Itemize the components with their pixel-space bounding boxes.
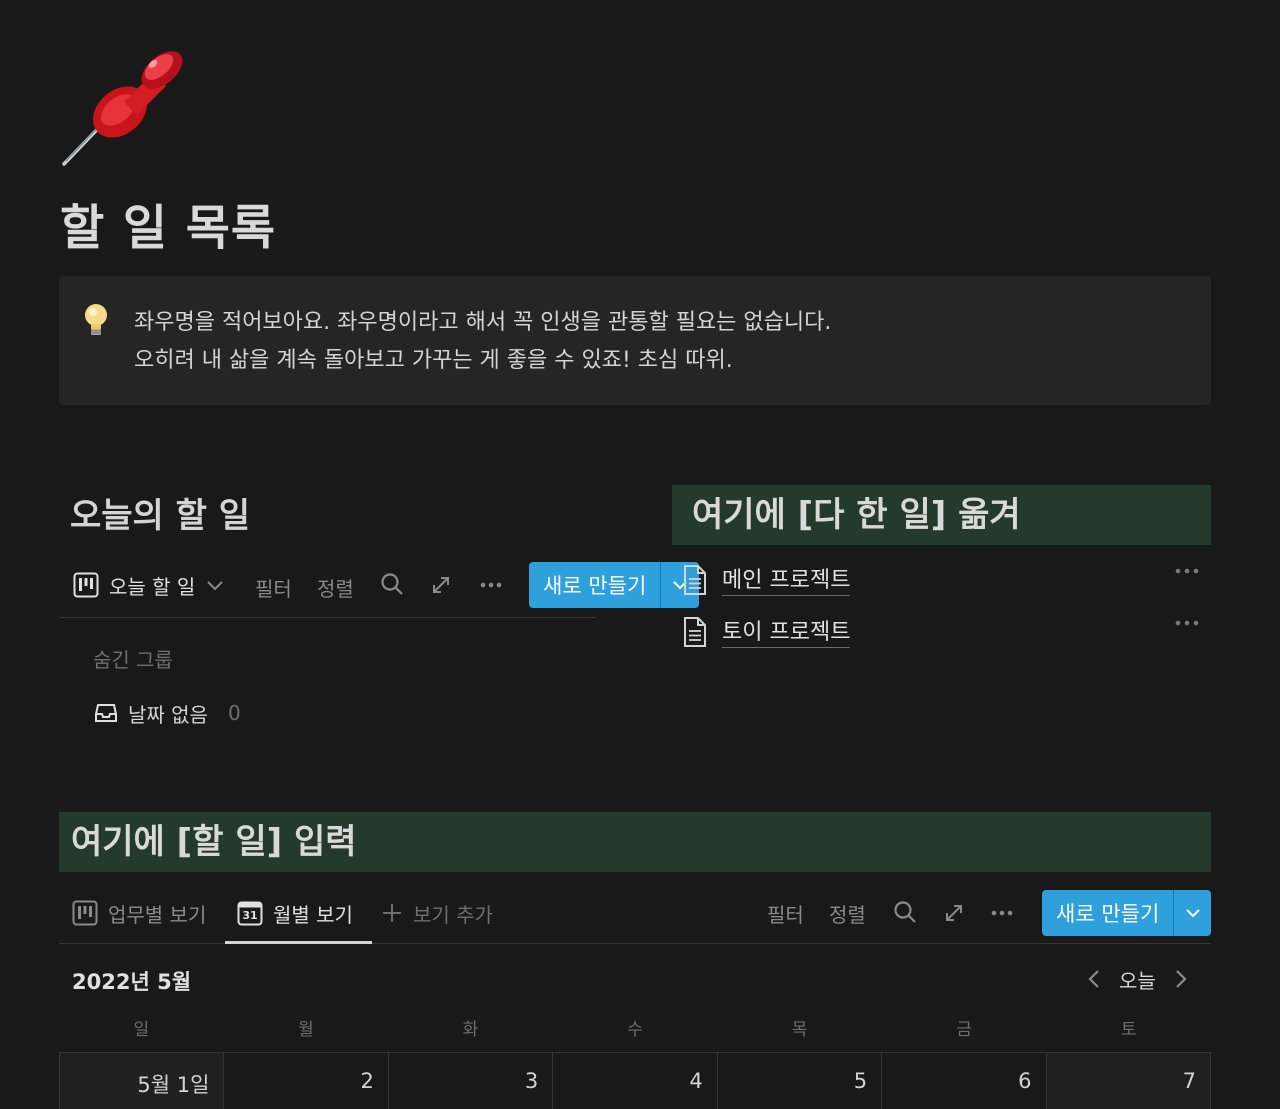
chevron-right-icon[interactable] [1170,968,1190,990]
chevron-left-icon[interactable] [1085,968,1105,990]
search-icon[interactable] [893,900,917,924]
page-title[interactable]: 할 일 목록 [60,188,276,258]
calendar-day-number: 2 [360,1069,374,1093]
calendar-day-number: 3 [524,1069,539,1093]
calendar-day-number: 5월 1일 [137,1073,210,1097]
today-heading[interactable]: 오늘의 할 일 [70,488,250,537]
calendar-day-cell[interactable]: 7 [1046,1053,1211,1109]
weekday-label: 수 [627,1020,643,1040]
done-heading[interactable]: 여기에 [다 한 일] 옮겨 [672,485,1211,545]
view-label: 오늘 할 일 [109,574,196,599]
tab-by-work[interactable]: 업무별 보기 [72,898,206,928]
calendar-day-number: 7 [1182,1069,1196,1093]
callout-block[interactable]: 좌우명을 적어보아요. 좌우명이라고 해서 꼭 인생을 관통할 필요는 없습니다… [59,276,1211,405]
project-title[interactable]: 토이 프로젝트 [722,614,851,648]
calendar-day-cell[interactable]: 6 [882,1053,1047,1109]
filter-button[interactable]: 필터 [767,899,804,928]
active-tab-indicator [225,941,372,944]
chevron-down-icon[interactable] [1174,904,1211,922]
weekday-label: 토 [1120,1020,1137,1040]
weekday-label: 월 [298,1020,314,1040]
document-icon [682,564,708,596]
inbox-icon [94,701,118,725]
add-view-button[interactable]: 보기 추가 [381,898,493,928]
more-options-icon[interactable] [479,575,503,595]
tab-label: 월별 보기 [273,902,353,927]
callout-text[interactable]: 좌우명을 적어보아요. 좌우명이라고 해서 꼭 인생을 관통할 필요는 없습니다… [134,304,1184,380]
hidden-groups-label[interactable]: 숨긴 그룹 [93,644,173,673]
calendar-day-cell[interactable]: 5 [718,1053,883,1109]
pushpin-icon[interactable] [58,40,188,170]
tab-label: 업무별 보기 [108,902,207,927]
search-icon[interactable] [380,572,404,596]
calendar-grid: 5월 1일 2 3 4 5 6 7 [59,1052,1211,1109]
more-options-icon[interactable] [1174,618,1200,628]
calendar-day-cell[interactable]: 3 [389,1053,554,1109]
page: 할 일 목록 좌우명을 적어보아요. 좌우명이라고 해서 꼭 인생을 관통할 필… [0,0,1280,1109]
more-options-icon[interactable] [990,903,1014,923]
lightbulb-icon[interactable] [83,302,109,338]
today-button[interactable]: 오늘 [1119,965,1156,994]
calendar-month-label: 2022년 5월 [72,970,192,994]
chevron-down-icon [205,575,225,595]
calendar-day-number: 6 [1018,1069,1032,1093]
weekday-label: 화 [462,1020,479,1040]
weekday-label: 일 [133,1020,150,1040]
callout-line-2: 오히려 내 삶을 계속 돌아보고 가꾸는 게 좋을 수 있죠! 초심 따위. [134,348,733,373]
expand-icon[interactable] [430,574,452,596]
no-date-label: 날짜 없음 [128,702,208,727]
board-icon [72,900,98,926]
sort-button[interactable]: 정렬 [317,573,354,602]
tab-label: 보기 추가 [413,902,493,927]
todo-input-heading[interactable]: 여기에 [할 일] 입력 [59,812,1211,872]
project-title[interactable]: 메인 프로젝트 [722,562,851,596]
weekday-label: 금 [956,1020,972,1040]
project-item[interactable]: 토이 프로젝트 [682,612,1212,652]
view-selector[interactable]: 오늘 할 일 [73,570,225,600]
no-date-group[interactable]: 날짜 없음 0 [94,698,241,728]
more-options-icon[interactable] [1174,566,1200,576]
calendar-day-cell[interactable]: 2 [224,1053,389,1109]
new-button-label: 새로 만들기 [543,574,647,598]
new-button-todo[interactable]: 새로 만들기 [1042,890,1211,936]
board-icon [73,572,99,598]
today-toolbar: 오늘 할 일 필터 정렬 [60,560,596,618]
calendar-day-cell[interactable]: 4 [553,1053,718,1109]
weekday-header: 일 월 화 수 목 금 토 [59,1015,1211,1041]
plus-icon [381,902,403,924]
calendar-day-cell[interactable]: 5월 1일 [60,1053,225,1109]
calendar-icon: 31 [237,900,263,926]
new-button-today[interactable]: 새로 만들기 [529,562,699,608]
calendar-day-number: 5 [853,1069,868,1093]
tab-monthly[interactable]: 31 월별 보기 [237,898,353,928]
expand-icon[interactable] [943,902,965,924]
document-icon [682,616,708,648]
calendar-icon-day: 31 [242,909,258,922]
view-tabs-bar: 업무별 보기 31 월별 보기 보기 추가 필터 정렬 [59,886,1211,944]
project-item[interactable]: 메인 프로젝트 [682,560,1212,600]
new-button-label: 새로 만들기 [1056,902,1160,926]
weekday-label: 목 [791,1020,808,1040]
no-date-count: 0 [227,701,241,725]
calendar-nav: 오늘 [1085,964,1190,994]
sort-button[interactable]: 정렬 [829,899,866,928]
callout-line-1: 좌우명을 적어보아요. 좌우명이라고 해서 꼭 인생을 관통할 필요는 없습니다… [134,310,832,335]
calendar-day-number: 4 [689,1069,703,1093]
filter-button[interactable]: 필터 [255,573,292,602]
